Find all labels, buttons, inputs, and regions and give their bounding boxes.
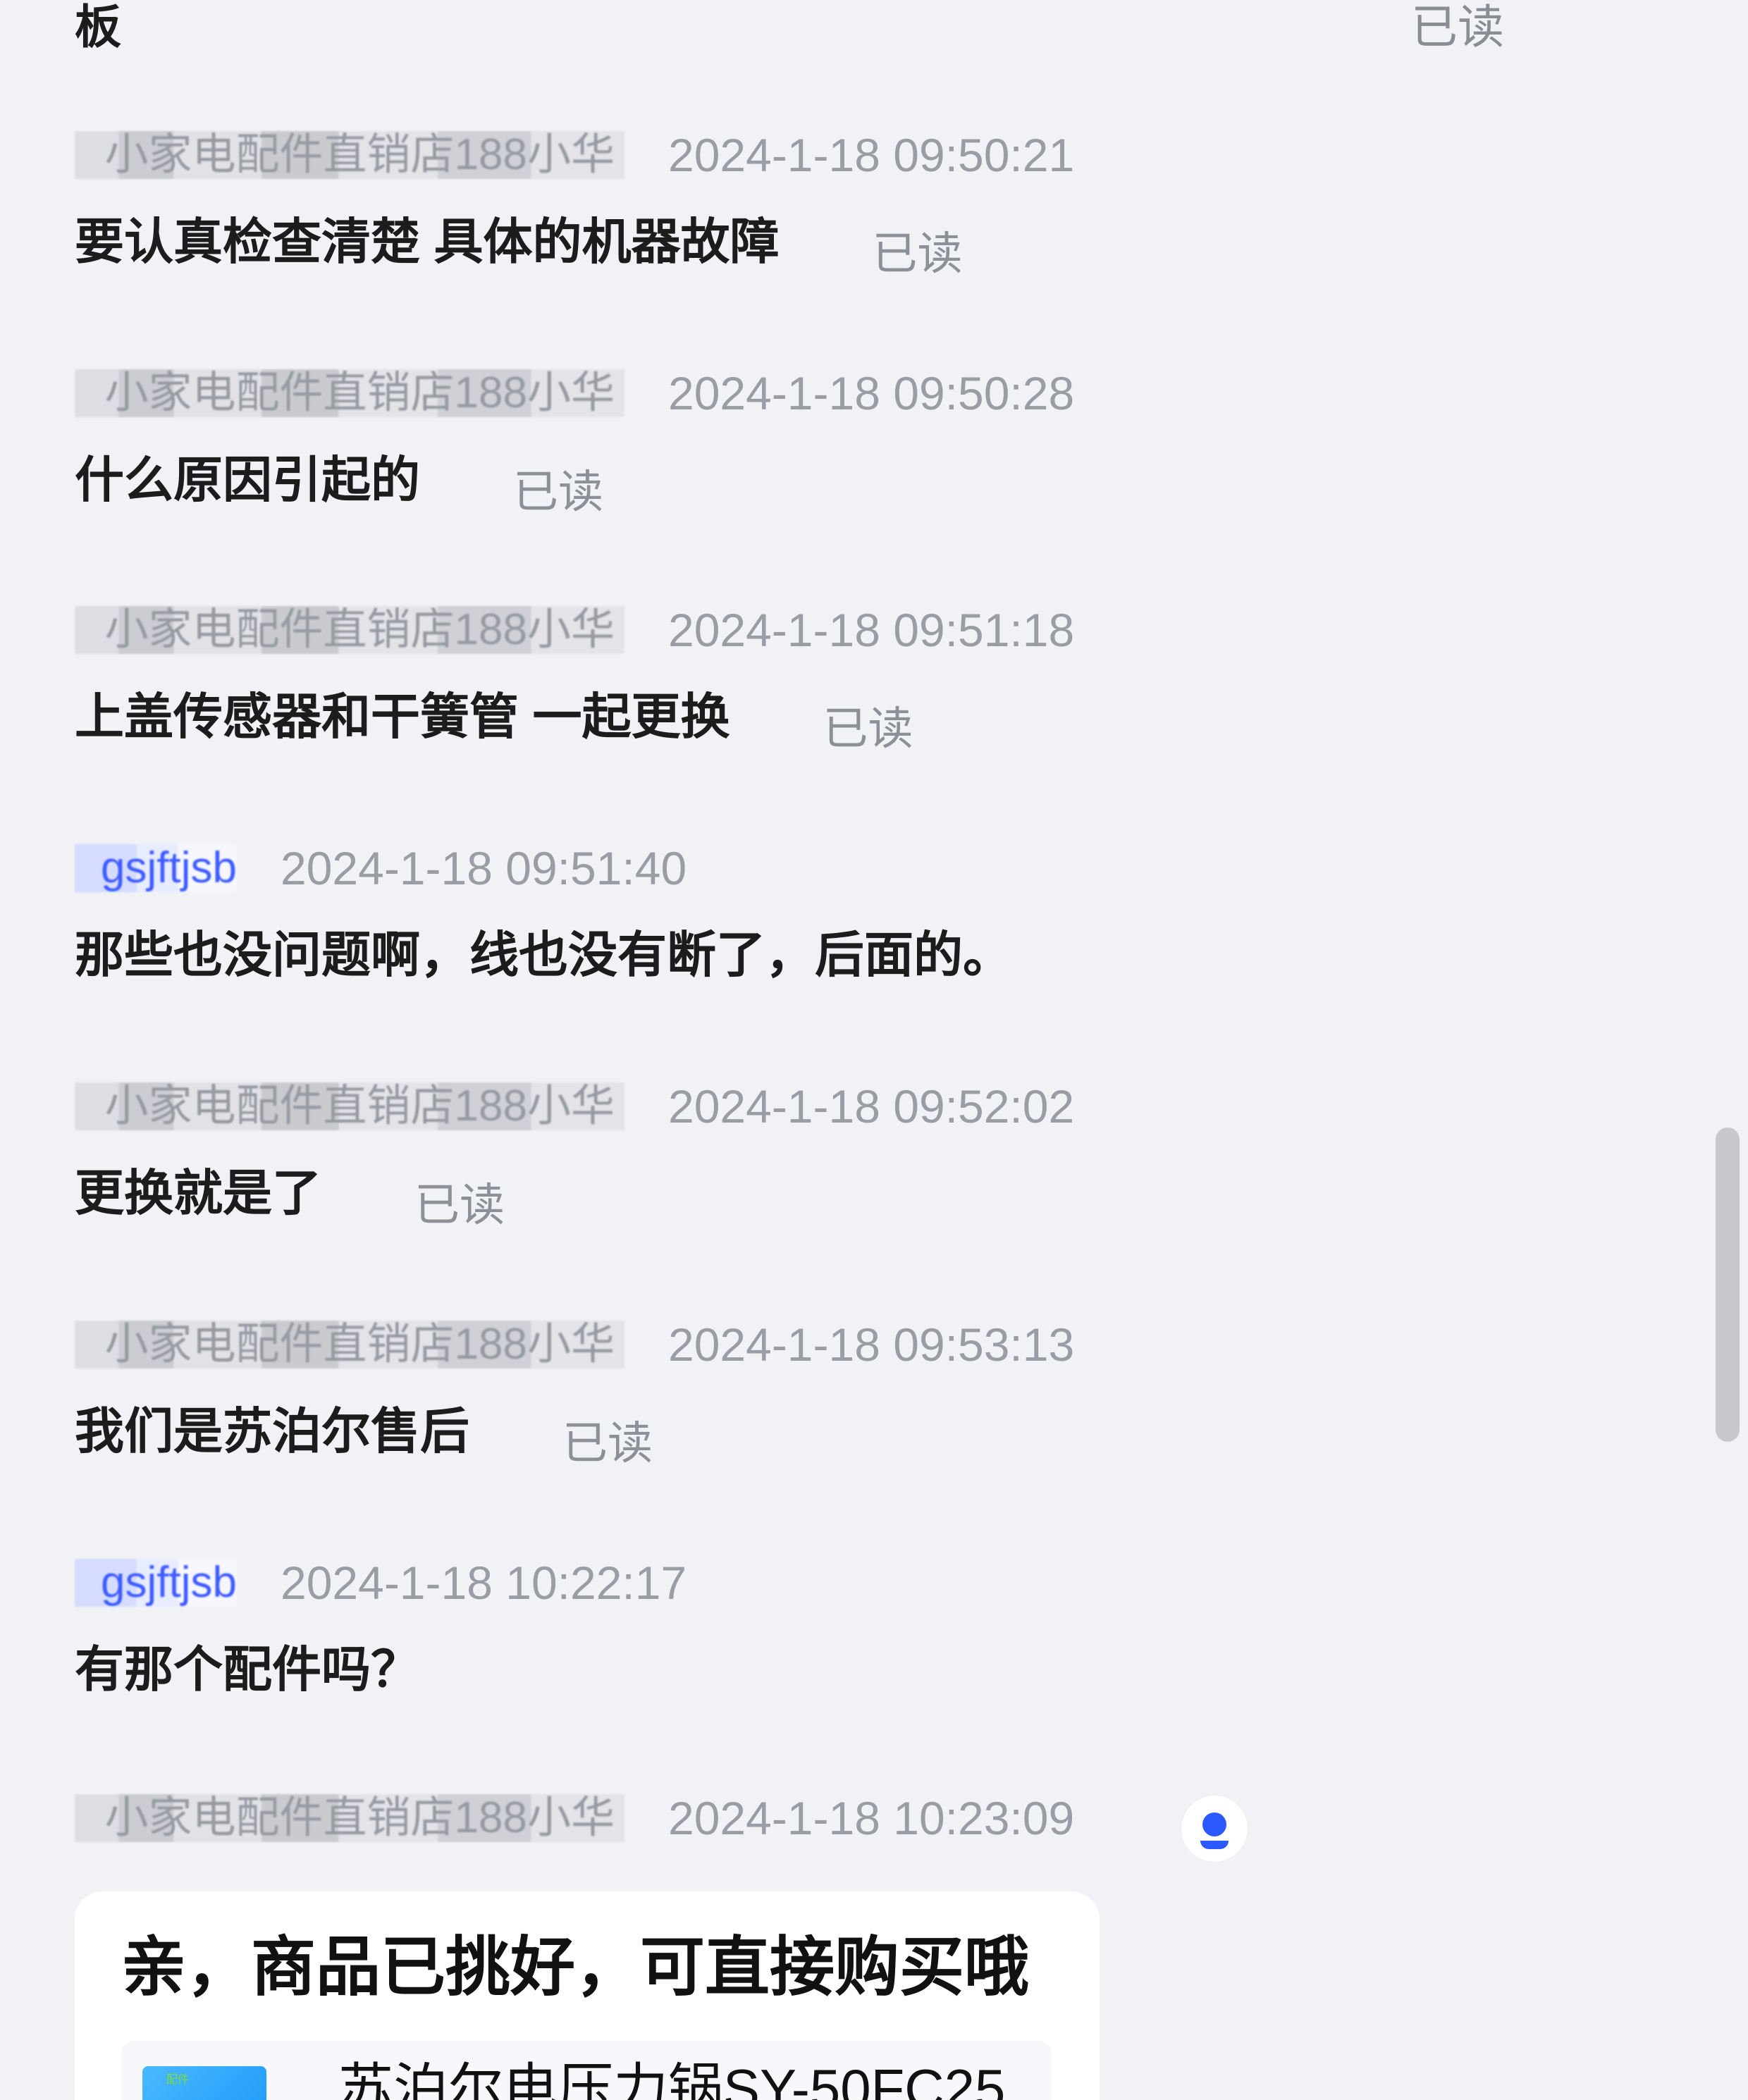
message-time: 2024-1-18 09:50:21: [668, 129, 1075, 181]
top-message-fragment: 板: [75, 1, 121, 53]
message-row: 小家电配件直销店188小华 2024-1-18 10:23:09: [75, 1781, 1668, 1862]
sender-name: 小家电配件直销店188小华: [75, 131, 624, 179]
message-row: gsjftjsb 2024-1-18 10:22:17 有那个配件吗？: [75, 1546, 1668, 1698]
message-body: 我们是苏泊尔售后 已读: [75, 1381, 1668, 1469]
thumbnail-tag: 配件: [166, 2074, 190, 2086]
product-card[interactable]: 亲，商品已挑好，可直接购买哦 配件 苏泊尔电压力锅SY-50FC25: [75, 1891, 1100, 2100]
message-meta: 小家电配件直销店188小华 2024-1-18 10:23:09: [75, 1781, 1668, 1862]
message-meta: 小家电配件直销店188小华 2024-1-18 09:50:21: [75, 118, 1668, 192]
message-row: 小家电配件直销店188小华 2024-1-18 09:50:28 什么原因引起的…: [75, 357, 1668, 517]
message-text: 那些也没问题啊，线也没有断了，后面的。: [75, 927, 1012, 982]
message-meta: gsjftjsb 2024-1-18 10:22:17: [75, 1546, 1668, 1619]
message-meta: 小家电配件直销店188小华 2024-1-18 09:52:02: [75, 1070, 1668, 1143]
message-text: 上盖传感器和干簧管 一起更换: [75, 689, 730, 744]
message-text: 要认真检查清楚 具体的机器故障: [75, 214, 780, 269]
scrollbar-thumb[interactable]: [1716, 1128, 1740, 1442]
sender-name: 小家电配件直销店188小华: [75, 606, 624, 654]
customer-name: gsjftjsb: [75, 844, 237, 892]
message-body: 要认真检查清楚 具体的机器故障 已读: [75, 192, 1668, 279]
product-row[interactable]: 配件 苏泊尔电压力锅SY-50FC25: [121, 2041, 1052, 2100]
product-thumbnail[interactable]: 配件: [142, 2066, 266, 2100]
message-row: 小家电配件直销店188小华 2024-1-18 09:52:02 更换就是了 已…: [75, 1070, 1668, 1230]
message-time: 2024-1-18 10:23:09: [668, 1792, 1075, 1844]
message-row: gsjftjsb 2024-1-18 09:51:40 那些也没问题啊，线也没有…: [75, 832, 1668, 984]
message-body: 上盖传感器和干簧管 一起更换 已读: [75, 667, 1668, 754]
sender-name: 小家电配件直销店188小华: [75, 1321, 624, 1369]
card-title: 亲，商品已挑好，可直接购买哦: [121, 1932, 1030, 2003]
read-status: 已读: [562, 1418, 653, 1469]
message-row: 小家电配件直销店188小华 2024-1-18 09:50:21 要认真检查清楚…: [75, 118, 1668, 279]
product-name[interactable]: 苏泊尔电压力锅SY-50FC25: [338, 2059, 1005, 2100]
message-body: 什么原因引起的 已读: [75, 430, 1668, 517]
message-meta: gsjftjsb 2024-1-18 09:51:40: [75, 832, 1668, 905]
message-meta: 小家电配件直销店188小华 2024-1-18 09:51:18: [75, 593, 1668, 667]
customer-name: gsjftjsb: [75, 1559, 237, 1607]
message-row: 小家电配件直销店188小华 2024-1-18 09:51:18 上盖传感器和干…: [75, 593, 1668, 754]
message-time: 2024-1-18 09:51:18: [668, 604, 1075, 656]
read-status: 已读: [513, 467, 603, 517]
chat-pane: 板 已读 小家电配件直销店188小华 2024-1-18 09:50:21 要认…: [0, 0, 1748, 2100]
robot-icon: [1181, 1796, 1248, 1862]
message-body: 更换就是了 已读: [75, 1143, 1668, 1230]
message-meta: 小家电配件直销店188小华 2024-1-18 09:53:13: [75, 1308, 1668, 1381]
message-time: 2024-1-18 10:22:17: [281, 1557, 687, 1609]
message-text: 有那个配件吗？: [75, 1642, 420, 1697]
read-status: 已读: [823, 703, 913, 754]
sender-name: 小家电配件直销店188小华: [75, 369, 624, 417]
sender-name: 小家电配件直销店188小华: [75, 1794, 624, 1842]
message-text: 更换就是了: [75, 1166, 321, 1221]
read-status: 已读: [414, 1180, 505, 1230]
message-time: 2024-1-18 09:53:13: [668, 1318, 1075, 1371]
message-time: 2024-1-18 09:52:02: [668, 1080, 1075, 1132]
message-body: 有那个配件吗？: [75, 1619, 1668, 1698]
top-read-status: 已读: [1411, 1, 1504, 53]
message-text: 什么原因引起的: [75, 452, 420, 507]
message-meta: 小家电配件直销店188小华 2024-1-18 09:50:28: [75, 357, 1668, 430]
message-time: 2024-1-18 09:50:28: [668, 367, 1075, 419]
sender-name: 小家电配件直销店188小华: [75, 1082, 624, 1130]
message-text: 我们是苏泊尔售后: [75, 1404, 469, 1459]
message-row: 小家电配件直销店188小华 2024-1-18 09:53:13 我们是苏泊尔售…: [75, 1308, 1668, 1469]
message-time: 2024-1-18 09:51:40: [281, 842, 687, 894]
read-status: 已读: [872, 228, 963, 279]
message-body: 那些也没问题啊，线也没有断了，后面的。: [75, 905, 1668, 984]
scrollbar[interactable]: [1716, 0, 1748, 2100]
